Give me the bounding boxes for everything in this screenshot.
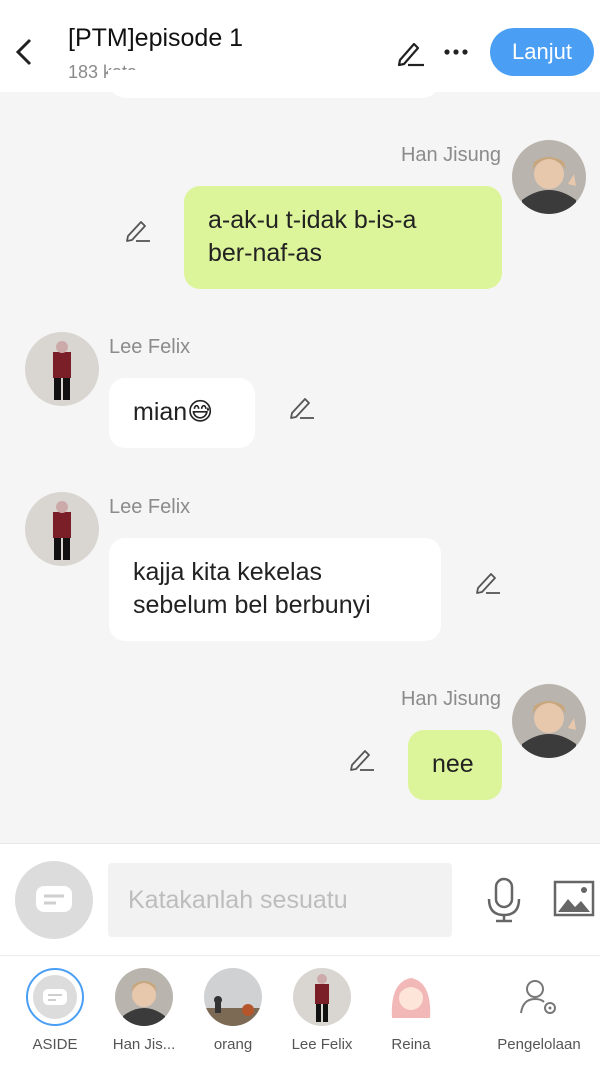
avatar-han-jisung (115, 968, 173, 1026)
character-label: Pengelolaan (497, 1036, 581, 1053)
edit-message-button[interactable] (288, 392, 316, 420)
manage-users-icon (510, 968, 568, 1026)
back-button[interactable] (10, 32, 40, 72)
sender-name: Han Jisung (400, 688, 501, 710)
message-text-line: ber-naf-as (208, 239, 322, 267)
avatar-orang (204, 968, 262, 1026)
edit-title-button[interactable] (394, 36, 426, 68)
microphone-button[interactable] (484, 877, 524, 923)
avatar-han-jisung[interactable] (512, 140, 586, 214)
message-text-line: mian😅 (133, 398, 214, 426)
message-bubble[interactable]: a-ak-u t-idak b-is-a ber-naf-as (184, 186, 502, 289)
avatar-lee-felix (293, 968, 351, 1026)
message-text-line: kajja kita kekelas (133, 558, 322, 586)
edit-message-button[interactable] (474, 567, 502, 595)
avatar-reina (382, 968, 440, 1026)
character-label: Han Jis... (112, 1036, 176, 1053)
message-input[interactable]: Katakanlah sesuatu (108, 863, 452, 937)
aside-toggle-button[interactable] (15, 861, 93, 939)
next-button[interactable]: Lanjut (490, 28, 594, 76)
speech-bubble-icon (36, 886, 72, 912)
sender-name: Lee Felix (109, 496, 191, 518)
chevron-left-icon (15, 38, 32, 66)
character-selector-bar: ASIDE Han Jis... orang Lee Felix Reina P… (0, 955, 600, 1068)
character-lee-felix[interactable]: Lee Felix (282, 968, 362, 1053)
image-button[interactable] (553, 879, 595, 919)
previous-message-bubble (108, 70, 440, 98)
avatar-lee-felix[interactable] (25, 492, 99, 566)
edit-message-button[interactable] (124, 215, 152, 243)
character-label: Reina (391, 1036, 431, 1053)
message-input-bar: Katakanlah sesuatu (0, 843, 600, 956)
avatar-lee-felix[interactable] (25, 332, 99, 406)
character-label: orang (213, 1036, 253, 1053)
message-text-line: a-ak-u t-idak b-is-a (208, 206, 417, 234)
aside-icon (26, 968, 84, 1026)
pencil-icon (290, 398, 314, 419)
message-bubble[interactable]: kajja kita kekelas sebelum bel berbunyi (109, 538, 441, 641)
avatar-han-jisung[interactable] (512, 684, 586, 758)
pencil-icon (350, 750, 374, 771)
character-han-jisung[interactable]: Han Jis... (104, 968, 184, 1053)
more-options-button[interactable] (440, 36, 472, 68)
character-label: Lee Felix (291, 1036, 353, 1053)
character-label: ASIDE (32, 1036, 78, 1053)
message-bubble[interactable]: mian😅 (109, 378, 255, 448)
sender-name: Han Jisung (400, 144, 501, 166)
story-title: [PTM]episode 1 (68, 24, 244, 52)
pencil-icon (476, 573, 500, 594)
more-dots-icon (444, 49, 468, 55)
character-reina[interactable]: Reina (371, 968, 451, 1053)
message-text-line: sebelum bel berbunyi (133, 591, 371, 619)
sender-name: Lee Felix (109, 336, 191, 358)
pencil-icon (397, 42, 424, 67)
character-orang[interactable]: orang (193, 968, 273, 1053)
message-bubble[interactable]: nee (408, 730, 502, 800)
manage-characters-button[interactable]: Pengelolaan (494, 968, 584, 1053)
image-icon (553, 880, 595, 917)
pencil-icon (126, 221, 150, 242)
edit-message-button[interactable] (348, 744, 376, 772)
microphone-icon (487, 877, 521, 923)
message-text-line: nee (432, 750, 474, 778)
character-aside[interactable]: ASIDE (15, 968, 95, 1053)
